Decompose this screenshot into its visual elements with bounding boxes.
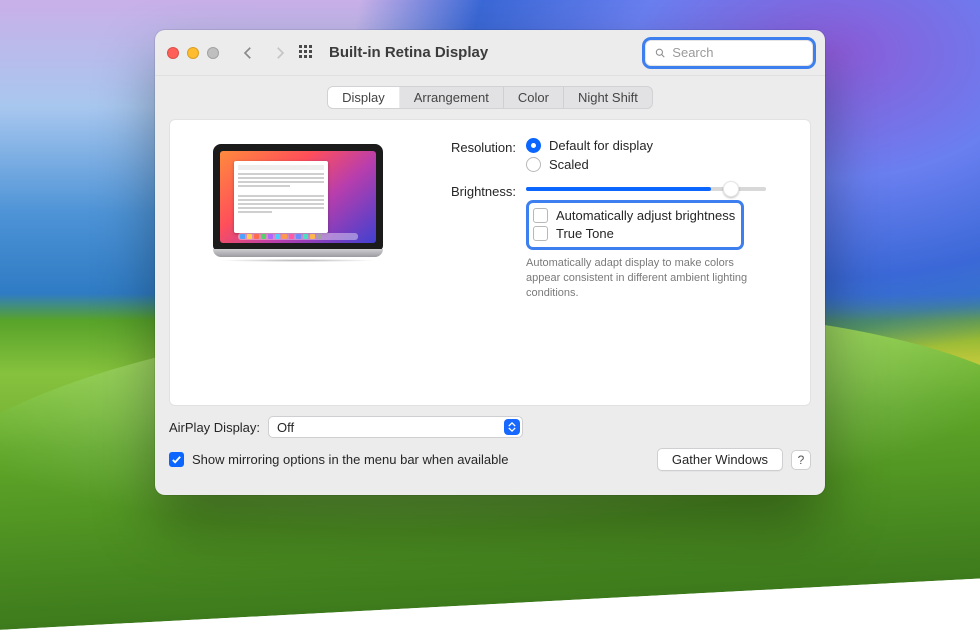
true-tone-help-text: Automatically adapt display to make colo… [526,256,766,301]
tab-display[interactable]: Display [328,87,400,108]
check-icon [171,454,182,465]
gather-windows-button[interactable]: Gather Windows [657,448,783,471]
display-preview [188,138,408,387]
zoom-window-button[interactable] [207,47,219,59]
resolution-default-radio[interactable]: Default for display [526,138,792,153]
tab-arrangement[interactable]: Arrangement [400,87,504,108]
radio-icon [526,138,541,153]
nav-buttons [239,44,289,62]
auto-brightness-checkbox[interactable]: Automatically adjust brightness [533,208,735,223]
tab-color[interactable]: Color [504,87,564,108]
brightness-label: Brightness: [426,182,526,199]
search-input[interactable] [672,45,804,60]
checkbox-label: True Tone [556,226,614,241]
highlighted-checkboxes: Automatically adjust brightness True Ton… [526,200,744,250]
checkbox-icon [533,226,548,241]
select-value: Off [277,420,294,435]
brightness-slider[interactable] [526,182,792,196]
checkbox-icon [533,208,548,223]
true-tone-checkbox[interactable]: True Tone [533,226,735,241]
mirroring-label: Show mirroring options in the menu bar w… [192,452,509,467]
settings-column: Resolution: Default for display Scaled B… [426,138,792,387]
minimize-window-button[interactable] [187,47,199,59]
tab-night-shift[interactable]: Night Shift [564,87,652,108]
slider-thumb[interactable] [723,181,739,197]
display-preferences-window: Built-in Retina Display Display Arrangem… [155,30,825,495]
laptop-icon [213,144,383,262]
search-icon [654,46,666,60]
mirroring-checkbox[interactable] [169,452,184,467]
search-field[interactable] [645,40,813,66]
show-all-preferences-button[interactable] [299,45,315,61]
back-button[interactable] [239,44,257,62]
display-settings-pane: Resolution: Default for display Scaled B… [169,119,811,406]
resolution-label: Resolution: [426,138,526,155]
radio-label: Scaled [549,157,589,172]
select-stepper-icon [504,419,520,435]
window-title: Built-in Retina Display [329,44,488,61]
radio-icon [526,157,541,172]
close-window-button[interactable] [167,47,179,59]
tabs-row: Display Arrangement Color Night Shift [155,76,825,109]
checkbox-label: Automatically adjust brightness [556,208,735,223]
resolution-scaled-radio[interactable]: Scaled [526,157,792,172]
window-toolbar: Built-in Retina Display [155,30,825,76]
window-footer: AirPlay Display: Off Show mirroring opti… [155,406,825,495]
radio-label: Default for display [549,138,653,153]
airplay-display-select[interactable]: Off [268,416,523,438]
tab-segmented-control: Display Arrangement Color Night Shift [327,86,653,109]
help-button[interactable]: ? [791,450,811,470]
forward-button[interactable] [271,44,289,62]
airplay-label: AirPlay Display: [169,420,260,435]
traffic-lights [167,47,219,59]
